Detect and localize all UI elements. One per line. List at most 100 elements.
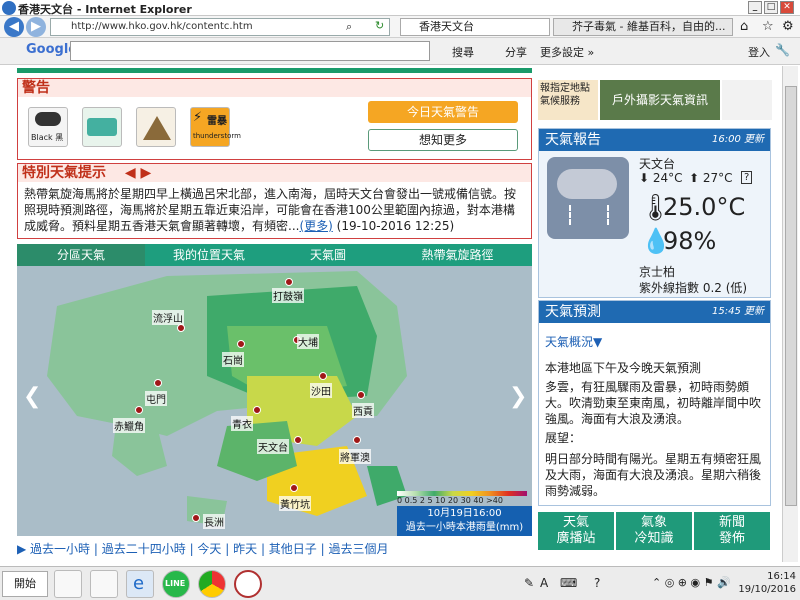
black-rain-warning-icon[interactable]: Black 黑 xyxy=(28,107,68,147)
landslip-warning-icon[interactable] xyxy=(136,107,176,147)
map-dot[interactable] xyxy=(177,324,185,332)
back-button[interactable]: ◀ xyxy=(4,17,24,37)
lightning-icon: ⚡ xyxy=(193,110,203,125)
tab-district-weather[interactable]: 分區天氣 xyxy=(17,244,145,266)
more-link[interactable]: (更多) xyxy=(299,219,332,233)
home-icon[interactable]: ⌂ xyxy=(740,19,748,34)
close-button[interactable]: ✕ xyxy=(780,1,794,14)
tray-A-icon[interactable]: A xyxy=(540,576,548,590)
map-dot[interactable] xyxy=(154,379,162,387)
top-divider xyxy=(17,68,532,73)
vertical-scrollbar[interactable] xyxy=(782,66,798,562)
warning-title: 警告 xyxy=(18,79,531,97)
tab-weather-chart[interactable]: 天氣圖 xyxy=(273,244,383,266)
forward-button[interactable]: ▶ xyxy=(26,17,46,37)
map-dot[interactable] xyxy=(237,340,245,348)
tray-keyboard-icon[interactable]: ⌨ xyxy=(560,576,577,590)
place-tuen-mun: 屯門 xyxy=(145,391,167,406)
rainfall-map[interactable]: ❮ ❯ 打鼓嶺 流浮山 大埔 石崗 沙田 屯門 西貢 赤鱲角 青衣 天文台 將軍… xyxy=(17,266,532,536)
nav-other-days[interactable]: 其他日子 xyxy=(269,542,317,556)
nav-yesterday[interactable]: 昨天 xyxy=(233,542,257,556)
nav-past-3-months[interactable]: 過去三個月 xyxy=(328,542,388,556)
refresh-icon[interactable]: ↻ xyxy=(375,19,384,32)
weather-trivia-button[interactable]: 氣象 冷知識 xyxy=(616,512,693,550)
uv-station: 京士柏 xyxy=(639,265,676,279)
outdoor-photo-banner[interactable]: 戶外攝影天氣資訊 xyxy=(600,80,720,120)
more-settings-button[interactable]: 更多設定 » xyxy=(540,44,594,60)
google-search-button[interactable]: 搜尋 xyxy=(452,44,474,60)
quick-links: 天氣 廣播站 氣象 冷知識 新聞 發佈 xyxy=(538,512,771,556)
today-warning-button[interactable]: 今日天氣警告 xyxy=(368,101,518,123)
scrollbar-thumb[interactable] xyxy=(785,86,797,506)
map-dot[interactable] xyxy=(192,514,200,522)
tab-wikipedia[interactable]: 芥子毒氣 - 維基百科，自由的... xyxy=(553,18,733,36)
map-dot[interactable] xyxy=(357,391,365,399)
binoculars-icon[interactable] xyxy=(54,570,82,598)
map-dot[interactable] xyxy=(253,406,261,414)
help-icon[interactable]: ? xyxy=(741,171,753,184)
flood-warning-icon[interactable] xyxy=(82,107,122,147)
wrench-icon[interactable]: 🔧 xyxy=(775,43,790,57)
tab-my-location[interactable]: 我的位置天氣 xyxy=(145,244,273,266)
ie-taskbar-icon[interactable]: e xyxy=(126,570,154,598)
weather-trivia-line1: 氣象 xyxy=(640,515,667,530)
weather-report-time: 16:00 更新 xyxy=(712,134,764,145)
tab-hko[interactable]: 香港天文台 xyxy=(400,18,550,36)
tray-icons[interactable]: ⌃ ◎ ⊕ ◉ ⚑ 🔊 xyxy=(652,576,731,589)
warning-panel: 警告 Black 黑 ⚡ 雷暴 thunderstorm 今日天氣警告 想知更多 xyxy=(17,78,532,160)
signin-button[interactable]: 登入 xyxy=(748,44,770,60)
chrome-icon[interactable] xyxy=(198,570,226,598)
max-temp-value: 27°C xyxy=(702,171,733,185)
taskbar: 開始 e LINE ✎ A ⌨ ? ⌃ ◎ ⊕ ◉ ⚑ 🔊 16:14 19/1… xyxy=(0,566,800,600)
weather-broadcast-button[interactable]: 天氣 廣播站 xyxy=(538,512,615,550)
search-icon[interactable]: ⌕ xyxy=(346,20,352,34)
google-search-input[interactable] xyxy=(70,41,430,61)
location-banner[interactable]: 報指定地點 氣候服務 xyxy=(538,80,598,120)
start-button[interactable]: 開始 xyxy=(2,571,48,597)
window-titlebar: 香港天文台 - Internet Explorer _ □ ✕ xyxy=(0,0,800,16)
settings-gear-icon[interactable]: ⚙ xyxy=(782,19,794,34)
today-warning-label: 今日天氣警告 xyxy=(406,105,479,119)
start-label: 開始 xyxy=(14,577,36,590)
map-tabs: 分區天氣 我的位置天氣 天氣圖 熱帶氣旋路徑 xyxy=(17,244,532,266)
satellite-icon[interactable] xyxy=(90,570,118,598)
learn-more-button[interactable]: 想知更多 xyxy=(368,129,518,151)
prev-next-arrows[interactable]: ◀ ▶ xyxy=(125,165,151,181)
ie-icon xyxy=(2,1,16,15)
map-next-arrow[interactable]: ❯ xyxy=(509,384,527,409)
station-name: 天文台 xyxy=(639,157,676,171)
tab-cyclone-track[interactable]: 熱帶氣旋路徑 xyxy=(383,244,532,266)
map-prev-arrow[interactable]: ❮ xyxy=(23,384,41,409)
outlook-text: 明日部分時間有陽光。星期五有頻密狂風及大雨，海面有大浪及湧浪。星期六稍後雨勢減弱… xyxy=(545,452,762,498)
landslip-shape-icon xyxy=(143,116,171,140)
favorites-star-icon[interactable]: ☆ xyxy=(762,19,774,34)
minimize-button[interactable]: _ xyxy=(748,1,762,14)
press-release-button[interactable]: 新聞 發佈 xyxy=(694,512,771,550)
press-release-line2: 發佈 xyxy=(718,531,745,546)
system-clock[interactable]: 16:14 19/10/2016 xyxy=(738,570,796,596)
map-dot[interactable] xyxy=(135,406,143,414)
nav-today[interactable]: 今天 xyxy=(197,542,221,556)
place-observatory: 天文台 xyxy=(257,439,289,454)
share-button[interactable]: 分享 xyxy=(505,44,527,60)
place-chek-lap-kok: 赤鱲角 xyxy=(113,418,145,433)
nav-past-24h[interactable]: 過去二十四小時 xyxy=(102,542,186,556)
map-dot[interactable] xyxy=(285,278,293,286)
thunderstorm-warning-icon[interactable]: ⚡ 雷暴 thunderstorm xyxy=(190,107,241,147)
place-cheung-chau: 長洲 xyxy=(203,514,225,529)
tray-pen-icon[interactable]: ✎ xyxy=(524,576,534,590)
map-dot[interactable] xyxy=(353,436,361,444)
line-icon[interactable]: LINE xyxy=(162,570,190,598)
tray-help-icon[interactable]: ? xyxy=(594,576,600,590)
nav-past-hour[interactable]: 過去一小時 xyxy=(30,542,90,556)
maximize-button[interactable]: □ xyxy=(764,1,778,14)
max-temp: ⬆ 27°C xyxy=(689,171,733,185)
address-input[interactable]: http://www.hko.gov.hk/contentc.htm xyxy=(50,18,390,36)
map-dot[interactable] xyxy=(319,372,327,380)
rain-cloud-icon xyxy=(547,157,629,239)
map-dot[interactable] xyxy=(294,436,302,444)
clock-app-icon[interactable] xyxy=(234,570,262,598)
general-situation-link[interactable]: 天氣概況▼ xyxy=(545,333,602,350)
map-dot[interactable] xyxy=(290,484,298,492)
banner-image[interactable] xyxy=(722,80,772,120)
